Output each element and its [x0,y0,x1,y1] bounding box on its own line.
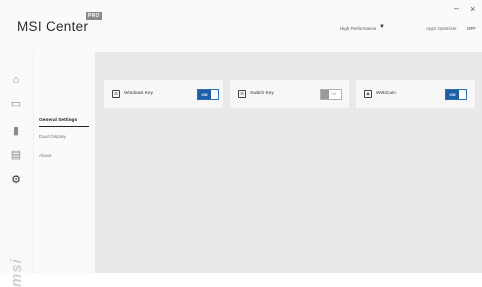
windows-key-toggle[interactable]: ON [197,89,219,100]
subnav-dual-display[interactable]: Dual Display [39,135,66,140]
switch-key-icon: ⊞ [238,90,246,98]
pro-badge: PRO [86,12,102,20]
header-bar: MSI Center PRO High Performance ▼ Apps O… [0,0,482,52]
switch-key-label: Switch Key [250,91,274,96]
toggle-on-label: ON [446,90,459,99]
apps-optimizer-toggle[interactable]: OFF [467,26,476,31]
subnav-general-settings[interactable]: General Settings [39,118,77,123]
toolbox-icon[interactable]: ▤ [9,147,23,161]
settings-subnav: General Settings Dual Display About [33,52,95,273]
minimize-button[interactable]: – [454,3,459,13]
active-tab-underline [39,126,89,127]
app-window: MSI Center PRO High Performance ▼ Apps O… [0,0,482,287]
webcam-icon: ◉ [364,90,372,98]
subnav-about[interactable]: About [39,154,52,159]
home-icon[interactable]: ⌂ [9,73,23,87]
apps-optimizer-label: Apps Optimizer [426,26,457,31]
close-button[interactable]: × [470,4,475,14]
toggle-knob [321,90,329,99]
windows-key-icon: ⊞ [112,90,120,98]
monitor-icon[interactable]: ▭ [9,96,23,110]
settings-icon[interactable]: ⚙ [9,172,23,186]
left-rail: ⌂ ▭ ▮ ▤ ⚙ msi [0,52,33,287]
toggle-on-label: ON [331,92,337,96]
webcam-label: WebCam [376,91,396,96]
webcam-toggle[interactable]: ON [445,89,467,100]
webcam-card: ◉ WebCam ON [356,80,475,108]
toggle-on-label: ON [198,90,211,99]
switch-key-toggle[interactable]: ON [320,89,342,100]
switch-key-card: ⊞ Switch Key ON [230,80,349,108]
chevron-down-icon[interactable]: ▼ [379,24,385,30]
windows-key-card: ⊞ Windows Key ON [104,80,223,108]
app-logo: MSI Center [17,19,89,34]
chart-icon[interactable]: ▮ [9,123,23,137]
performance-mode-select[interactable]: High Performance [340,26,376,31]
windows-key-label: Windows Key [124,91,154,96]
